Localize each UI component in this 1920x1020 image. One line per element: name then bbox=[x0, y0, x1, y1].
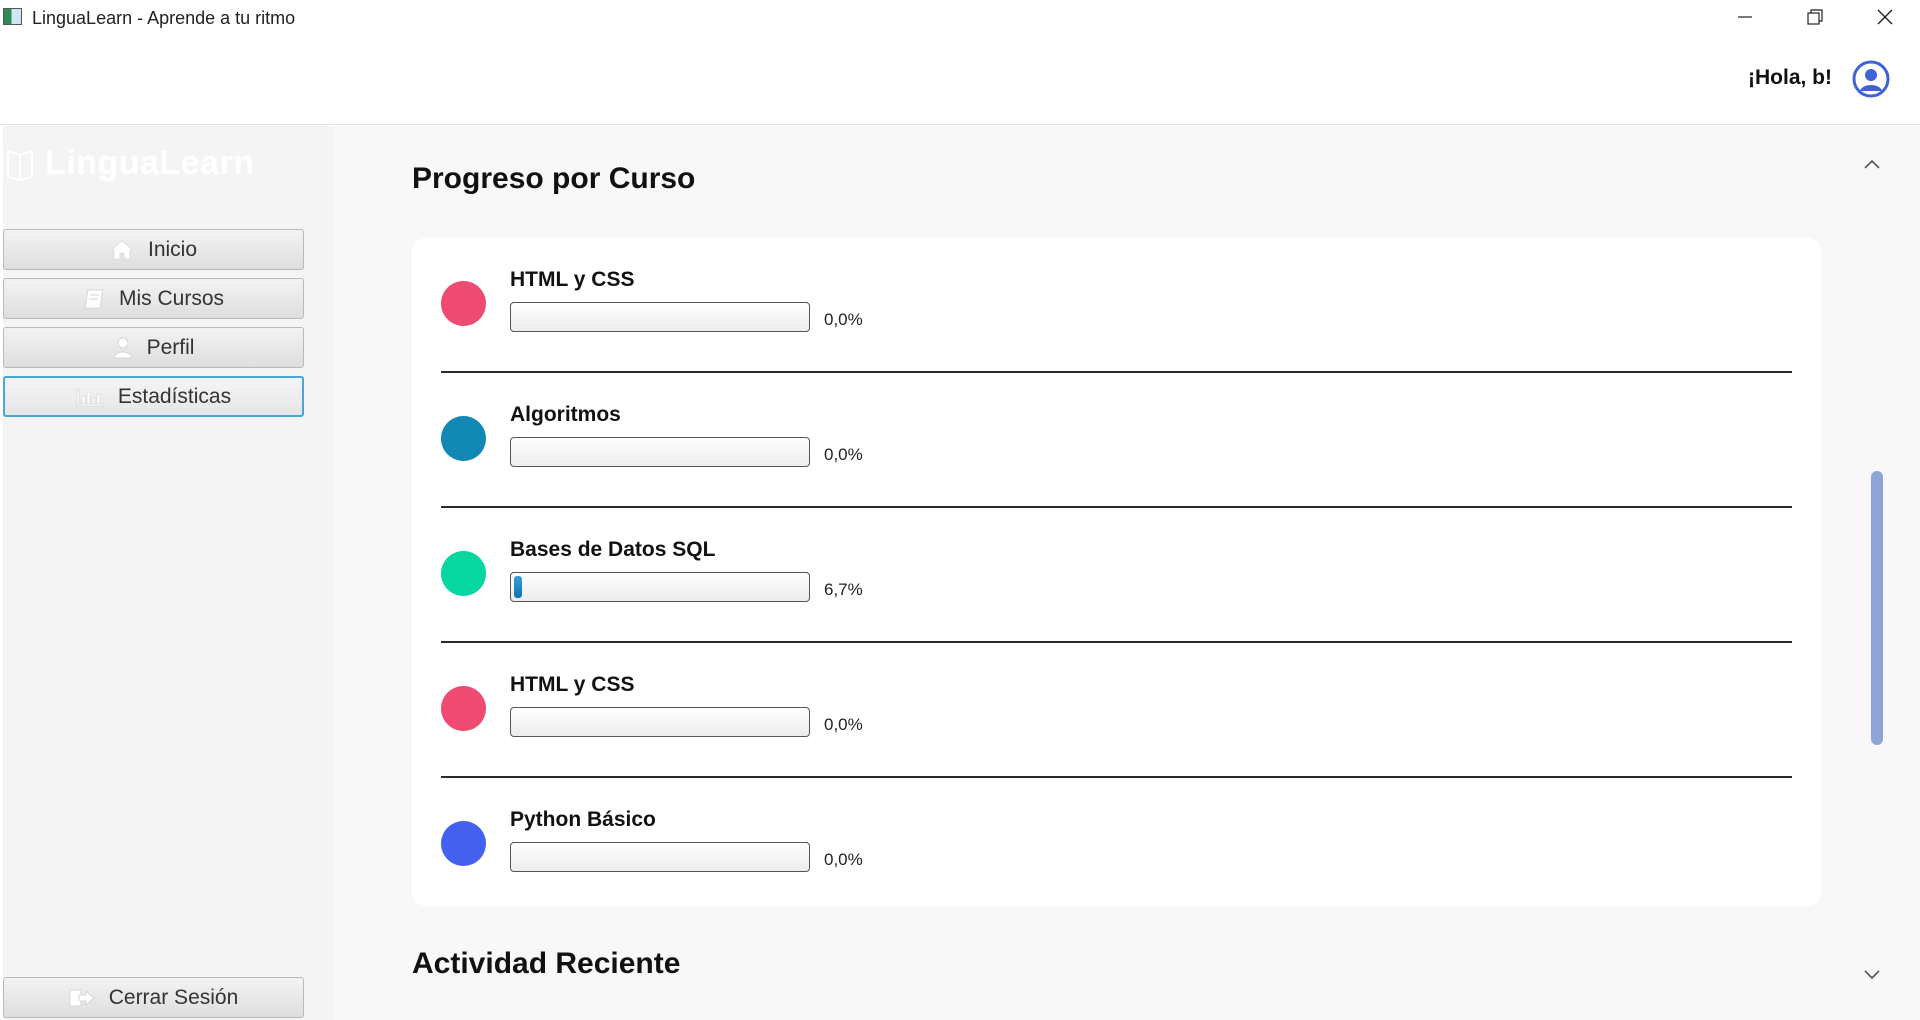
greeting-text: ¡Hola, b! bbox=[1748, 66, 1832, 89]
app-icon bbox=[3, 8, 22, 25]
progress-fill bbox=[514, 576, 522, 598]
nav-inicio-button[interactable]: Inicio bbox=[3, 229, 304, 270]
course-name: HTML y CSS bbox=[510, 673, 635, 696]
user-icon bbox=[113, 337, 133, 359]
course-progress-percent: 6,7% bbox=[824, 580, 863, 599]
nav-perfil-label: Perfil bbox=[146, 335, 195, 359]
course-name: Algoritmos bbox=[510, 403, 621, 426]
course-color-dot bbox=[441, 821, 486, 866]
window-title: LinguaLearn - Aprende a tu ritmo bbox=[32, 8, 296, 28]
home-icon bbox=[109, 239, 134, 260]
course-progress-bar bbox=[510, 572, 810, 602]
title-bar: LinguaLearn - Aprende a tu ritmo bbox=[0, 0, 1920, 34]
course-progress-card: HTML y CSS 0,0% Algoritmos 0,0% Bases de… bbox=[412, 238, 1821, 906]
course-progress-bar bbox=[510, 437, 810, 467]
course-item: HTML y CSS 0,0% bbox=[441, 643, 1792, 778]
restore-icon bbox=[1807, 9, 1823, 25]
course-name: HTML y CSS bbox=[510, 268, 635, 291]
course-progress-percent: 0,0% bbox=[824, 850, 863, 869]
course-progress-bar bbox=[510, 302, 810, 332]
activity-section-title: Actividad Reciente bbox=[412, 947, 681, 980]
course-progress-percent: 0,0% bbox=[824, 715, 863, 734]
course-progress-percent: 0,0% bbox=[824, 310, 863, 329]
nav-estadisticas-label: Estadísticas bbox=[117, 384, 232, 408]
course-name: Bases de Datos SQL bbox=[510, 538, 716, 561]
brand-name: LinguaLearn bbox=[45, 144, 255, 182]
book-icon bbox=[83, 288, 105, 310]
minimize-button[interactable] bbox=[1710, 0, 1780, 34]
user-avatar-icon[interactable] bbox=[1852, 60, 1890, 98]
vertical-scrollbar[interactable] bbox=[1871, 471, 1883, 745]
minimize-icon bbox=[1738, 16, 1752, 18]
close-icon bbox=[1877, 9, 1893, 25]
chevron-down-icon[interactable] bbox=[1863, 969, 1881, 981]
nav-mis-cursos-button[interactable]: Mis Cursos bbox=[3, 278, 304, 319]
course-item: HTML y CSS 0,0% bbox=[441, 238, 1792, 373]
logout-label: Cerrar Sesión bbox=[108, 985, 239, 1009]
brand: LinguaLearn bbox=[5, 144, 255, 183]
course-color-dot bbox=[441, 551, 486, 596]
progress-section-title: Progreso por Curso bbox=[412, 162, 696, 195]
nav-mis-cursos-label: Mis Cursos bbox=[118, 286, 224, 310]
nav-estadisticas-button[interactable]: Estadísticas bbox=[3, 376, 304, 417]
restore-button[interactable] bbox=[1780, 0, 1850, 34]
course-item: Python Básico 0,0% bbox=[441, 778, 1792, 913]
course-name: Python Básico bbox=[510, 808, 656, 831]
logout-icon bbox=[69, 988, 95, 1008]
course-item: Bases de Datos SQL 6,7% bbox=[441, 508, 1792, 643]
logout-button[interactable]: Cerrar Sesión bbox=[3, 977, 304, 1018]
sidebar: LinguaLearn Inicio Mis Cursos Perfil Est… bbox=[3, 126, 333, 1020]
course-item: Algoritmos 0,0% bbox=[441, 373, 1792, 508]
course-progress-bar bbox=[510, 707, 810, 737]
bar-chart-icon bbox=[76, 387, 104, 407]
course-color-dot bbox=[441, 686, 486, 731]
close-button[interactable] bbox=[1850, 0, 1920, 34]
course-color-dot bbox=[441, 281, 486, 326]
course-progress-percent: 0,0% bbox=[824, 445, 863, 464]
course-color-dot bbox=[441, 416, 486, 461]
nav-inicio-label: Inicio bbox=[147, 237, 198, 261]
nav-perfil-button[interactable]: Perfil bbox=[3, 327, 304, 368]
logo-icon bbox=[7, 149, 33, 181]
app-header: ¡Hola, b! bbox=[0, 34, 1920, 125]
chevron-up-icon[interactable] bbox=[1863, 158, 1881, 170]
course-progress-bar bbox=[510, 842, 810, 872]
main-content: Progreso por Curso HTML y CSS 0,0% Algor… bbox=[333, 126, 1920, 1020]
